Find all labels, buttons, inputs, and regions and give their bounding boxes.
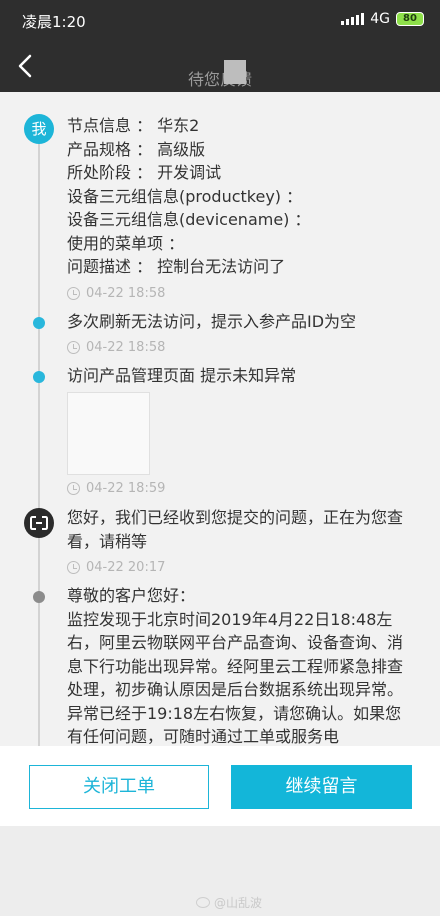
- notice-text: 尊敬的客户您好： 监控发现于北京时间2019年4月22日18:48左右，阿里云物…: [67, 584, 417, 746]
- ticket-info: 节点信息 ： 华东2 产品规格 ： 高级版 所处阶段 ： 开发调试 设备三元组信…: [67, 114, 417, 279]
- entry-time: 04-22 18:58: [67, 286, 165, 301]
- clock-icon: [67, 482, 80, 495]
- timeline-dot: [33, 371, 45, 383]
- page-title: 待您反馈: [187, 70, 252, 89]
- notice-greeting: 尊敬的客户您好：: [67, 586, 196, 605]
- message-text: 访问产品管理页面 提示未知异常: [67, 366, 297, 385]
- timeline-dot: [33, 591, 45, 603]
- entry-time: 04-22 18:58: [67, 340, 165, 355]
- action-bar: 关闭工单 继续留言: [0, 746, 440, 826]
- signal-icon: [341, 13, 365, 25]
- battery-icon: 80: [396, 12, 424, 26]
- weibo-icon: [196, 897, 210, 908]
- nav-bar: 待您反馈: [0, 40, 440, 92]
- user-avatar: 我: [24, 114, 54, 144]
- info-line: 设备三元组信息(productkey) ：: [67, 186, 303, 206]
- reply-text: 您好，我们已经收到您提交的问题，正在为您查看，请稍等: [67, 508, 404, 551]
- message-text: 多次刷新无法访问，提示入参产品ID为空: [67, 312, 357, 331]
- clock-icon: [67, 341, 80, 354]
- title-redaction: [224, 60, 246, 84]
- info-line: 使用的菜单项 ：: [67, 233, 185, 253]
- watermark: @山乱波: [196, 894, 262, 911]
- info-line: 节点信息 ： 华东2: [67, 116, 200, 135]
- clock-icon: [67, 287, 80, 300]
- info-line: 所处阶段 ： 开发调试: [67, 163, 222, 182]
- continue-message-button[interactable]: 继续留言: [231, 765, 412, 809]
- timeline-line: [38, 128, 40, 746]
- status-indicators: 4G 80: [341, 11, 424, 27]
- attachment-thumbnail[interactable]: [67, 392, 150, 475]
- support-avatar: [24, 508, 54, 538]
- status-time: 凌晨1:20: [22, 13, 86, 31]
- info-line: 问题描述 ： 控制台无法访问了: [67, 257, 286, 276]
- close-ticket-button[interactable]: 关闭工单: [29, 765, 209, 809]
- status-bar: 凌晨1:20 4G 80: [0, 0, 440, 40]
- info-line: 设备三元组信息(devicename) ：: [67, 210, 311, 229]
- info-line: 产品规格 ： 高级版: [67, 139, 206, 159]
- timeline-dot: [33, 317, 45, 329]
- notice-body: 监控发现于北京时间2019年4月22日18:48左右，阿里云物联网平台产品查询、…: [67, 609, 404, 747]
- ticket-timeline[interactable]: 我 节点信息 ： 华东2 产品规格 ： 高级版 所处阶段 ： 开发调试 设备三元…: [0, 92, 440, 746]
- clock-icon: [67, 561, 80, 574]
- aliyun-logo-icon: [30, 516, 48, 530]
- entry-time: 04-22 18:59: [67, 481, 165, 496]
- entry-time: 04-22 20:17: [67, 560, 165, 575]
- network-type: 4G: [370, 11, 390, 27]
